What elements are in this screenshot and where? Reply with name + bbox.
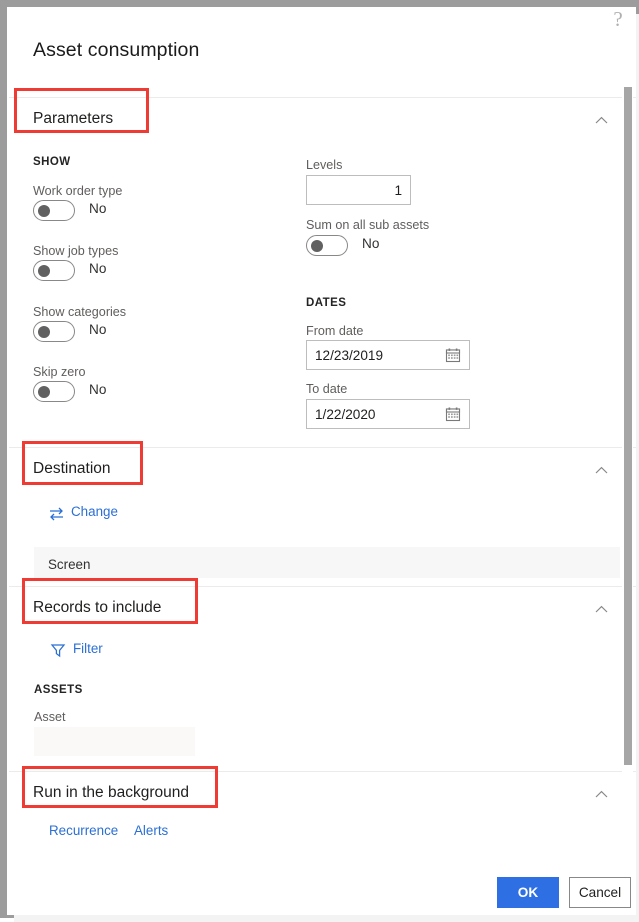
label-asset: Asset [34,710,66,724]
section-title-parameters: Parameters [33,110,114,127]
group-title-assets: ASSETS [34,684,83,696]
toggle-knob [38,386,50,398]
filter-label: Filter [73,641,103,656]
toggle-work-order-type[interactable] [33,200,75,221]
funnel-icon [50,643,67,658]
toggle-row-show-job-types: No [33,260,143,282]
label-sum-on-all-sub-assets: Sum on all sub assets [306,218,430,232]
page-title: Asset consumption [33,39,200,61]
levels-input[interactable] [306,175,411,205]
toggle-knob [38,265,50,277]
label-to-date: To date [306,382,348,396]
destination-value: Screen [48,557,91,572]
chevron-up-icon-run-in-the-background[interactable] [595,790,608,798]
section-header-parameters[interactable]: Parameters [9,97,636,141]
toggle-value-sum-on-all-sub-assets: No [362,236,380,251]
change-destination-label: Change [71,504,118,519]
toggle-value-show-categories: No [89,322,107,337]
group-title-show: SHOW [33,156,71,168]
toggle-row-show-categories: No [33,321,143,343]
swap-arrows-icon [48,506,65,521]
scrollbar-thumb[interactable] [624,87,632,765]
footer-divider [9,870,636,871]
to-date-field [306,399,470,429]
toggle-row-sum-on-all-sub-assets: No [306,235,416,257]
toggle-knob [38,205,50,217]
toggle-row-skip-zero: No [33,381,143,403]
section-header-destination[interactable]: Destination [9,447,636,491]
section-title-run-in-the-background: Run in the background [33,784,189,801]
chevron-up-icon-destination[interactable] [595,466,608,474]
toggle-value-skip-zero: No [89,382,107,397]
calendar-icon-to-date[interactable] [445,406,461,422]
destination-value-row[interactable]: Screen [34,547,620,578]
toggle-knob [311,240,323,252]
toggle-knob [38,326,50,338]
label-show-categories: Show categories [33,305,127,319]
filter-link[interactable]: Filter [50,641,140,661]
toggle-show-job-types[interactable] [33,260,75,281]
label-from-date: From date [306,324,364,338]
toggle-value-work-order-type: No [89,201,107,216]
chevron-up-icon-parameters[interactable] [595,116,608,124]
label-skip-zero: Skip zero [33,365,86,379]
toggle-show-categories[interactable] [33,321,75,342]
change-destination-link[interactable]: Change [48,504,158,524]
group-title-dates: DATES [306,297,347,309]
toggle-skip-zero[interactable] [33,381,75,402]
toggle-sum-on-all-sub-assets[interactable] [306,235,348,256]
ok-button[interactable]: OK [497,877,559,908]
asset-consumption-dialog: Asset consumption Parameters SHOW Work o… [9,9,636,915]
help-question-mark-icon[interactable]: ? [607,6,629,32]
label-show-job-types: Show job types [33,244,119,258]
toggle-row-work-order-type: No [33,200,143,222]
recurrence-label: Recurrence [49,823,119,838]
alerts-label: Alerts [134,823,169,838]
section-header-run-in-the-background[interactable]: Run in the background [9,771,636,815]
section-title-records-to-include: Records to include [33,599,162,616]
section-title-destination: Destination [33,460,111,477]
from-date-field [306,340,470,370]
toggle-value-show-job-types: No [89,261,107,276]
calendar-icon-from-date[interactable] [445,347,461,363]
cancel-button[interactable]: Cancel [569,877,631,908]
chevron-up-icon-records-to-include[interactable] [595,605,608,613]
section-header-records-to-include[interactable]: Records to include [9,586,636,630]
asset-input[interactable] [34,727,195,756]
label-levels: Levels [306,158,343,172]
label-work-order-type: Work order type [33,184,123,198]
